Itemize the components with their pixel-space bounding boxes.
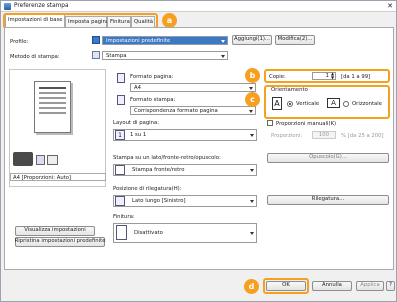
duplex-label: Stampa su un lato/fronte-retro/opuscolo: [113, 155, 221, 161]
binding-select[interactable]: Lato lungo [Sinistro] [113, 195, 257, 207]
copies-value: 1 [325, 73, 329, 79]
scaling-input[interactable]: 100 [312, 131, 336, 139]
copies-label: Copie: [269, 74, 286, 80]
chevron-down-icon [249, 86, 253, 90]
chevron-down-icon [221, 54, 225, 58]
copies-range: [da 1 a 99] [341, 74, 371, 80]
page-size-icon [117, 73, 125, 83]
page-layout-value: 1 su 1 [130, 132, 147, 138]
profile-icon [92, 36, 100, 44]
chevron-down-icon [250, 232, 254, 235]
binding-label: Posizione di rilegatura(H): [113, 186, 182, 192]
page-size-label: Formato pagina: [130, 74, 174, 80]
finishing-label: Finitura: [113, 214, 135, 220]
print-method-icon [92, 51, 100, 59]
page-layout-label: Layout di pagina: [113, 120, 160, 126]
output-method-select[interactable]: Stampa [102, 51, 228, 60]
binding-value: Lato lungo [Sinistro] [132, 198, 186, 204]
printer-icon [4, 3, 11, 10]
apply-button[interactable]: Applica [356, 281, 384, 291]
landscape-icon: A [327, 98, 340, 108]
restore-defaults-button[interactable]: Ripristina impostazioni predefinite [15, 237, 105, 247]
scaling-value: 100 [318, 132, 329, 138]
manual-scaling-label: Proporzioni manuali(K) [276, 121, 337, 127]
ok-button[interactable]: OK [266, 281, 306, 291]
finishing-icon [116, 225, 127, 240]
page-layout-select[interactable]: 1 su 1 [113, 129, 257, 141]
orientation-label: Orientamento [271, 87, 308, 93]
cancel-button[interactable]: Annulla [312, 281, 352, 291]
chevron-down-icon [250, 200, 254, 203]
binding-icon [115, 196, 125, 206]
finishing-value: Disattivato [134, 230, 163, 236]
printer-view-icon[interactable] [47, 155, 58, 165]
output-size-label: Formato stampa: [130, 97, 176, 103]
callout-d: d [244, 279, 259, 294]
preview-caption: A4 [Proporzioni: Auto] [10, 173, 106, 181]
profile-select[interactable]: Impostazioni predefinite [102, 36, 228, 45]
binding-button[interactable]: Rilegatura... [267, 195, 389, 205]
portrait-label: Verticale [296, 101, 320, 107]
copies-spinner-icon[interactable]: ▲ ▼ [331, 72, 334, 80]
output-method-value: Stampa [106, 52, 127, 59]
profile-label: Profilo: [10, 39, 29, 45]
view-settings-button[interactable]: Visualizza impostazioni [15, 226, 95, 236]
landscape-label: Orizzontale [352, 101, 383, 107]
manual-scaling-checkbox[interactable] [267, 120, 273, 126]
layout-icon: 1 [115, 130, 125, 140]
chevron-down-icon [221, 39, 225, 43]
edit-profile-button[interactable]: Modifica(2)... [275, 35, 315, 45]
output-method-label: Metodo di stampa: [10, 54, 60, 60]
scaling-field-label: Proporzioni: [271, 133, 303, 139]
page-preview [34, 81, 71, 133]
portrait-radio[interactable] [287, 101, 293, 107]
help-button[interactable]: ? [386, 281, 395, 291]
profile-value: Impostazioni predefinite [106, 37, 171, 44]
duplex-value: Stampa fronte/retro [132, 167, 185, 173]
page-size-select[interactable]: A4 [130, 83, 256, 92]
chevron-down-icon [249, 109, 253, 113]
scaling-range: % [da 25 a 200] [341, 133, 384, 139]
finishing-select[interactable]: Disattivato [113, 223, 257, 243]
callout-b: b [245, 68, 260, 83]
booklet-button[interactable]: Opuscolo(G)... [267, 153, 389, 163]
output-size-value: Corrispondenza formato pagina [134, 107, 218, 114]
duplex-icon [115, 165, 125, 175]
callout-a: a [162, 13, 177, 28]
duplex-select[interactable]: Stampa fronte/retro [113, 164, 257, 176]
page-size-value: A4 [134, 84, 141, 91]
window-title: Preferenze stampa [14, 3, 69, 9]
output-size-icon [117, 95, 125, 105]
close-icon[interactable]: ✕ [387, 2, 393, 10]
title-bar: Preferenze stampa ✕ [1, 1, 396, 12]
add-profile-button[interactable]: Aggiungi(1)... [232, 35, 272, 45]
chevron-down-icon [250, 169, 254, 172]
print-preferences-window: Preferenze stampa ✕ Impostazioni di base… [0, 0, 397, 302]
chevron-down-icon [250, 134, 254, 137]
landscape-radio[interactable] [343, 101, 349, 107]
portrait-icon: A [272, 97, 282, 110]
callout-c: c [245, 92, 260, 107]
output-size-select[interactable]: Corrispondenza formato pagina [130, 106, 256, 115]
document-view-icon[interactable] [36, 155, 45, 165]
printer-preview-icon [13, 152, 33, 166]
